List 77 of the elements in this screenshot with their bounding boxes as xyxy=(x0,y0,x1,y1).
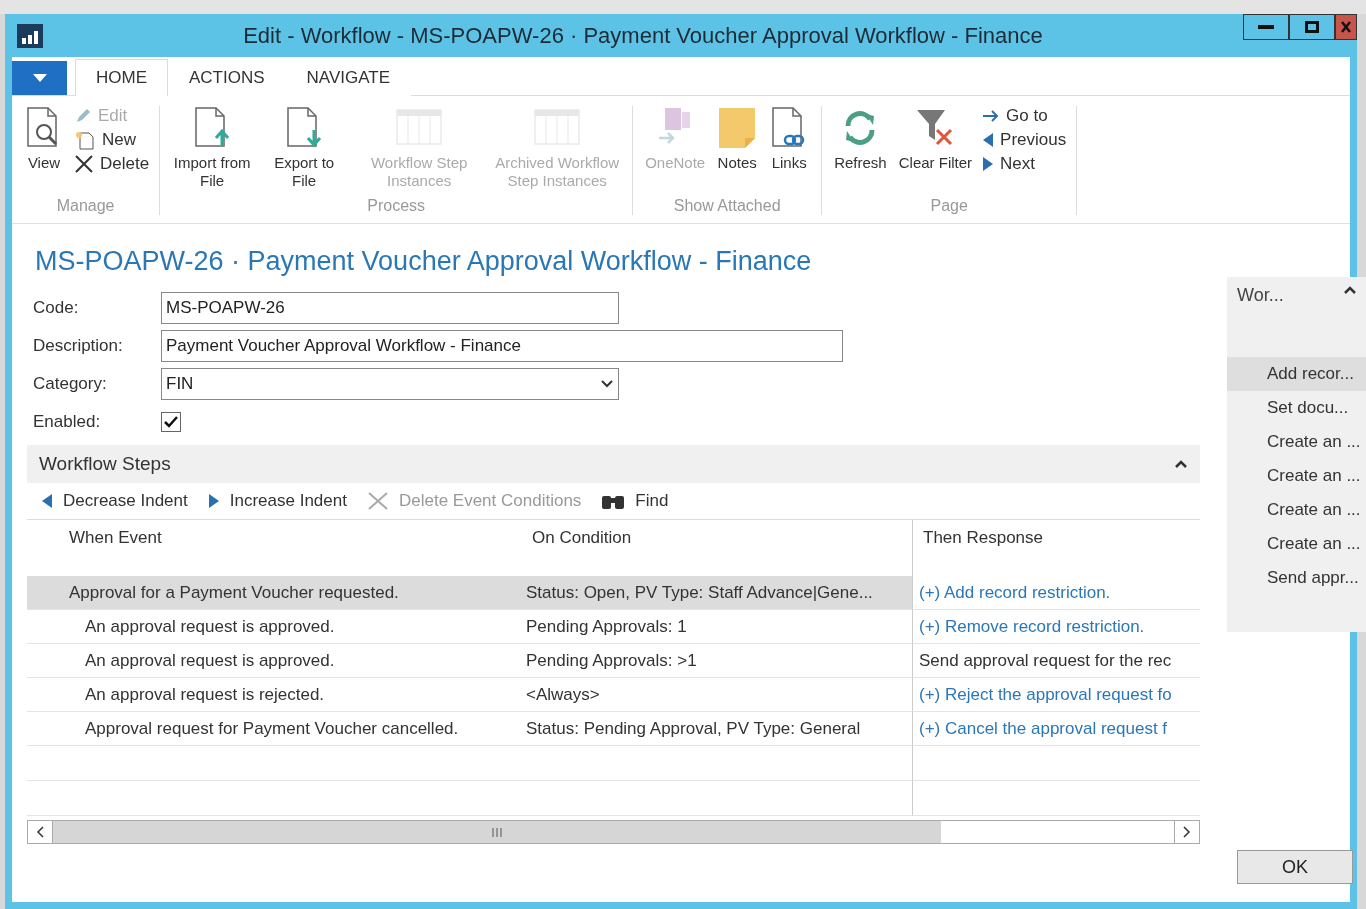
input-field[interactable]: MS-POAPW-26 xyxy=(161,292,619,324)
response-link[interactable]: (+) Remove record restriction. xyxy=(912,610,1200,644)
dropdown-field[interactable]: FIN xyxy=(161,368,619,400)
ribbon-button[interactable]: Delete xyxy=(74,154,150,174)
ribbon-button[interactable]: Notes xyxy=(715,106,760,195)
checkbox[interactable] xyxy=(161,412,181,432)
caret-down-icon xyxy=(32,74,47,82)
chevron-down-icon xyxy=(600,379,614,389)
ribbon-button[interactable]: Links xyxy=(767,106,812,195)
factbox-item[interactable]: Set docu... xyxy=(1227,391,1366,425)
chevron-left-icon xyxy=(36,826,44,838)
field-label: Enabled: xyxy=(32,412,102,432)
ok-button[interactable]: OK xyxy=(1237,850,1353,884)
field-label: Description: xyxy=(32,336,124,356)
table-cell: Status: Open, PV Type: Staff Advance|Gene... xyxy=(512,576,912,610)
window-title: Edit - Workflow - MS-POAPW-26 · Payment Voucher Approval Workflow - Finance xyxy=(242,22,1044,49)
ribbon-button[interactable]: Clear Filter xyxy=(896,106,975,195)
scrollbar-thumb[interactable] xyxy=(53,821,941,843)
page-title: MS-POAPW-26 · Payment Voucher Approval Workflow - Finance xyxy=(35,246,813,277)
toolbar-button[interactable]: Decrease Indent xyxy=(41,491,188,511)
ribbon-button[interactable]: Import from File xyxy=(170,106,255,195)
left-triangle-icon xyxy=(982,132,995,148)
group-label: Page xyxy=(930,197,968,215)
ribbon-button[interactable]: New xyxy=(74,130,150,150)
checkmark-icon xyxy=(164,416,178,428)
column-header[interactable]: On Condition xyxy=(512,520,912,576)
right-triangle-icon xyxy=(982,156,995,172)
factbox-item[interactable]: Create an ... xyxy=(1227,493,1366,527)
app-logo-icon xyxy=(17,23,43,48)
grip-icon xyxy=(492,827,502,837)
ribbon-button[interactable]: Go to xyxy=(982,106,1067,126)
group-label: Show Attached xyxy=(673,197,781,215)
close-button[interactable] xyxy=(1335,14,1357,40)
table-cell: Send approval request for the rec xyxy=(912,644,1200,678)
table-cell: Approval for a Payment Voucher requested. xyxy=(27,576,512,610)
collapse-icon[interactable] xyxy=(1174,459,1188,469)
factbox-item[interactable]: Create an ... xyxy=(1227,425,1366,459)
ribbon-button[interactable]: Refresh xyxy=(832,106,889,195)
close-icon xyxy=(366,491,389,511)
factbox-item[interactable]: Create an ... xyxy=(1227,459,1366,493)
horizontal-scrollbar[interactable] xyxy=(27,820,1200,844)
left-triangle-icon xyxy=(41,493,53,509)
minimize-button[interactable] xyxy=(1243,14,1289,40)
factbox-title: Wor... xyxy=(1237,285,1284,306)
factbox-item[interactable]: Create an ... xyxy=(1227,527,1366,561)
ribbon-button[interactable]: View xyxy=(22,106,66,195)
right-arrow-icon xyxy=(982,109,1001,123)
toolbar-button[interactable]: Find xyxy=(601,491,669,511)
collapse-icon[interactable] xyxy=(1342,285,1357,295)
ribbon-button[interactable]: Previous xyxy=(982,130,1067,150)
minimize-icon xyxy=(1258,25,1274,29)
input-field[interactable]: Payment Voucher Approval Workflow - Finance xyxy=(161,330,843,362)
factbox-item[interactable]: Send appr... xyxy=(1227,561,1366,595)
ribbon-button[interactable]: Export to File xyxy=(262,106,347,195)
chevron-right-icon xyxy=(1183,826,1191,838)
ribbon-button[interactable]: Next xyxy=(982,154,1067,174)
field-label: Code: xyxy=(32,298,80,318)
section-title: Workflow Steps xyxy=(39,453,171,475)
factbox-item[interactable]: Add recor... xyxy=(1227,357,1366,391)
new-document-icon xyxy=(74,130,96,150)
close-icon xyxy=(1341,21,1351,33)
pencil-icon xyxy=(74,107,92,125)
group-label: Manage xyxy=(56,197,115,215)
response-link[interactable]: (+) Cancel the approval request f xyxy=(912,712,1200,746)
ribbon-tab[interactable]: HOME xyxy=(75,59,168,96)
maximize-button[interactable] xyxy=(1289,14,1335,40)
sticky-note-icon xyxy=(717,106,758,150)
field-label: Category: xyxy=(32,374,108,394)
right-triangle-icon xyxy=(207,493,220,509)
response-link[interactable]: (+) Reject the approval request fo xyxy=(912,678,1200,712)
close-icon xyxy=(74,154,94,174)
maximize-icon xyxy=(1305,21,1319,33)
group-label: Process xyxy=(367,197,426,215)
application-menu-button[interactable] xyxy=(12,61,67,95)
response-link[interactable]: (+) Add record restriction. xyxy=(912,576,1200,610)
column-header[interactable]: When Event xyxy=(27,520,512,576)
toolbar-button[interactable]: Increase Indent xyxy=(207,491,347,511)
